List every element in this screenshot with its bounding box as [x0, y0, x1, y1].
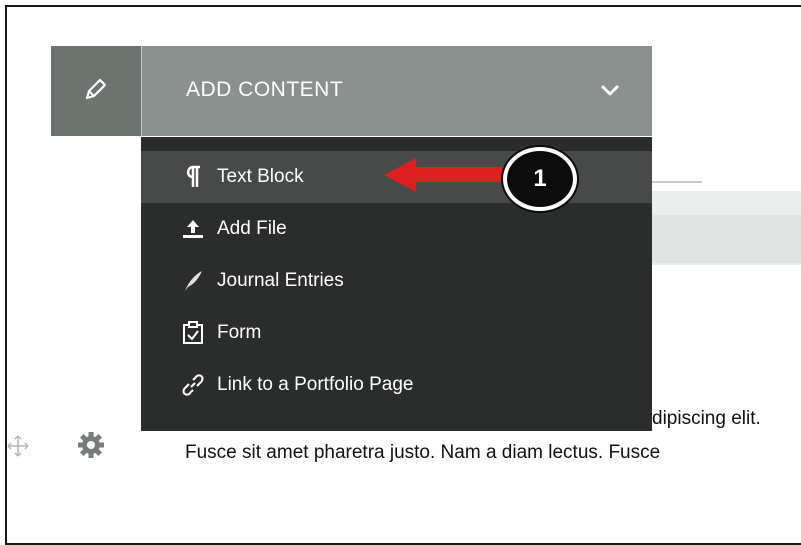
- clipboard-check-icon: [181, 321, 205, 345]
- quill-icon: [181, 269, 205, 293]
- step-number-badge: 1: [503, 147, 577, 211]
- gear-icon[interactable]: [76, 430, 106, 465]
- menu-item-label: Text Block: [217, 166, 304, 187]
- add-content-toolbar: ADD CONTENT: [51, 46, 702, 183]
- annotation-arrow-head: [384, 158, 416, 192]
- menu-item-add-file[interactable]: Add File: [141, 203, 652, 255]
- menu-item-label: Form: [217, 322, 262, 343]
- annotation-arrow-shaft: [412, 167, 512, 182]
- menu-item-label: Journal Entries: [217, 270, 344, 291]
- edit-button[interactable]: [51, 46, 142, 136]
- pilcrow-icon: [181, 165, 205, 189]
- upload-icon: [181, 217, 205, 241]
- body-text-fragment: dipiscing elit.: [652, 408, 761, 429]
- background-strip-inner: [652, 215, 801, 263]
- add-content-button[interactable]: ADD CONTENT: [142, 46, 652, 136]
- chevron-down-icon[interactable]: [600, 84, 620, 103]
- menu-item-journal-entries[interactable]: Journal Entries: [141, 255, 652, 307]
- move-icon[interactable]: [6, 434, 30, 463]
- add-content-label: ADD CONTENT: [186, 78, 344, 101]
- menu-item-label: Add File: [217, 218, 287, 239]
- body-text-line: Fusce sit amet pharetra justo. Nam a dia…: [185, 442, 661, 463]
- menu-item-label: Link to a Portfolio Page: [217, 374, 414, 395]
- menu-item-link-portfolio-page[interactable]: Link to a Portfolio Page: [141, 359, 652, 411]
- link-icon: [181, 373, 205, 397]
- pencil-icon: [83, 76, 109, 107]
- menu-item-form[interactable]: Form: [141, 307, 652, 359]
